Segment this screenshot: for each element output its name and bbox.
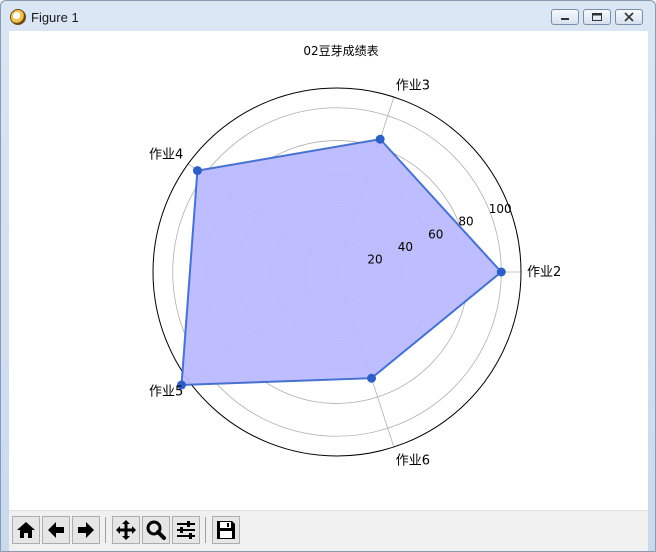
toolbar-separator: [205, 517, 206, 543]
magnifier-icon: [146, 520, 166, 540]
title-bar[interactable]: Figure 1: [1, 1, 655, 31]
zoom-button[interactable]: [142, 516, 170, 544]
figure-canvas[interactable]: 02豆芽成绩表 20 40 60 80 100 作业2 作业3 作业4 作业5 作业6: [9, 31, 648, 510]
radial-tick-label: 20: [367, 252, 382, 266]
radial-tick-label: 40: [398, 240, 413, 254]
radial-tick-label: 80: [458, 215, 473, 229]
toolbar-separator: [105, 517, 106, 543]
forward-button[interactable]: [72, 516, 100, 544]
category-label: 作业5: [149, 385, 183, 400]
close-button[interactable]: [615, 9, 643, 25]
arrow-right-icon: [78, 522, 94, 538]
save-button[interactable]: [212, 516, 240, 544]
category-label: 作业4: [149, 147, 183, 162]
category-label: 作业6: [396, 454, 430, 469]
move-icon: [116, 520, 136, 540]
maximize-button[interactable]: [583, 9, 611, 25]
data-point: [367, 373, 377, 383]
home-icon: [17, 522, 35, 538]
close-icon: [624, 12, 634, 22]
sliders-icon: [177, 521, 195, 539]
app-icon: [10, 9, 26, 25]
pan-button[interactable]: [112, 516, 140, 544]
data-layer: [176, 134, 506, 390]
radial-tick-label: 100: [489, 202, 512, 216]
maximize-icon: [592, 13, 602, 21]
chart-title: 02豆芽成绩表: [303, 44, 378, 58]
minimize-button[interactable]: [551, 9, 579, 25]
floppy-disk-icon: [217, 521, 235, 539]
back-button[interactable]: [42, 516, 70, 544]
series-area: [181, 139, 502, 385]
data-point: [496, 267, 506, 277]
navigation-toolbar: [9, 510, 648, 551]
minimize-icon: [561, 18, 569, 20]
data-point: [375, 134, 385, 144]
data-point: [192, 166, 202, 176]
radar-chart: 02豆芽成绩表 20 40 60 80 100 作业2 作业3 作业4 作业5 作业6: [149, 44, 561, 469]
radial-tick-label: 60: [428, 227, 443, 241]
category-label: 作业2: [527, 265, 561, 280]
category-label: 作业3: [396, 78, 430, 93]
figure-window: Figure 1 02豆芽成绩表 20 40 60 80 100 作业2 作业3 作业4 作业5…: [0, 0, 656, 552]
configure-subplots-button[interactable]: [172, 516, 200, 544]
window-title: Figure 1: [31, 10, 79, 25]
home-button[interactable]: [12, 516, 40, 544]
arrow-left-icon: [48, 522, 64, 538]
